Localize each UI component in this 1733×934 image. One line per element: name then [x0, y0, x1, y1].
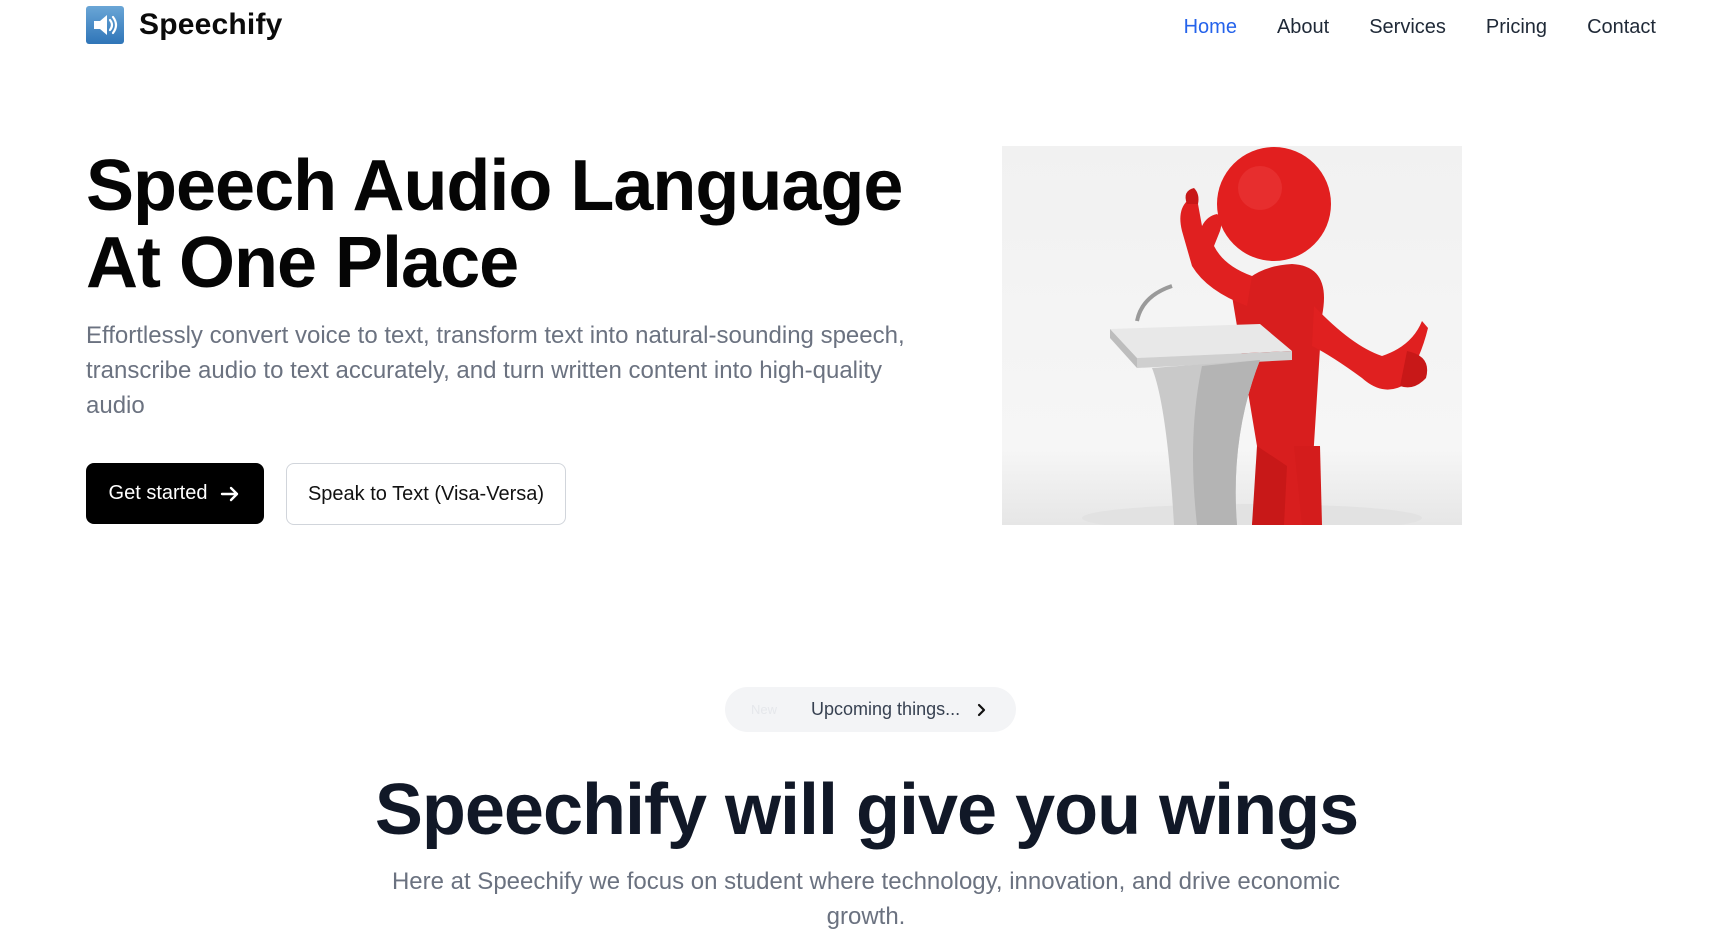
- section-subtitle: Here at Speechify we focus on student wh…: [391, 868, 1341, 930]
- chevron-right-icon: [974, 703, 988, 717]
- get-started-label: Get started: [108, 482, 208, 504]
- new-badge: New: [751, 702, 778, 717]
- speak-to-text-label: Speak to Text (Visa-Versa): [307, 482, 545, 505]
- speaker-icon: [86, 6, 124, 44]
- site-header: Speechify Home About Services Pricing Co…: [0, 0, 1733, 60]
- hero-title: Speech Audio Language At One Place: [86, 148, 986, 302]
- nav-contact[interactable]: Contact: [1587, 14, 1656, 40]
- upcoming-announcement[interactable]: New Upcoming things...: [725, 687, 1016, 732]
- main-nav: Home About Services Pricing Contact: [1144, 14, 1656, 40]
- hero-subtitle: Effortlessly convert voice to text, tran…: [86, 322, 905, 419]
- arrow-right-icon: [219, 483, 241, 505]
- brand-name: Speechify: [139, 8, 283, 41]
- nav-about[interactable]: About: [1277, 14, 1329, 40]
- hero-title-line2: At One Place: [86, 223, 519, 303]
- brand-link[interactable]: Speechify: [86, 6, 283, 44]
- nav-services[interactable]: Services: [1369, 14, 1446, 40]
- section-title: Speechify will give you wings: [374, 770, 1359, 850]
- speak-to-text-button[interactable]: Speak to Text (Visa-Versa): [286, 463, 566, 525]
- nav-pricing[interactable]: Pricing: [1486, 14, 1547, 40]
- get-started-button[interactable]: Get started: [86, 463, 264, 524]
- hero-illustration: [1002, 146, 1462, 525]
- upcoming-text: Upcoming things...: [811, 699, 961, 719]
- nav-home[interactable]: Home: [1184, 14, 1237, 40]
- hero-title-line1: Speech Audio Language: [86, 146, 903, 226]
